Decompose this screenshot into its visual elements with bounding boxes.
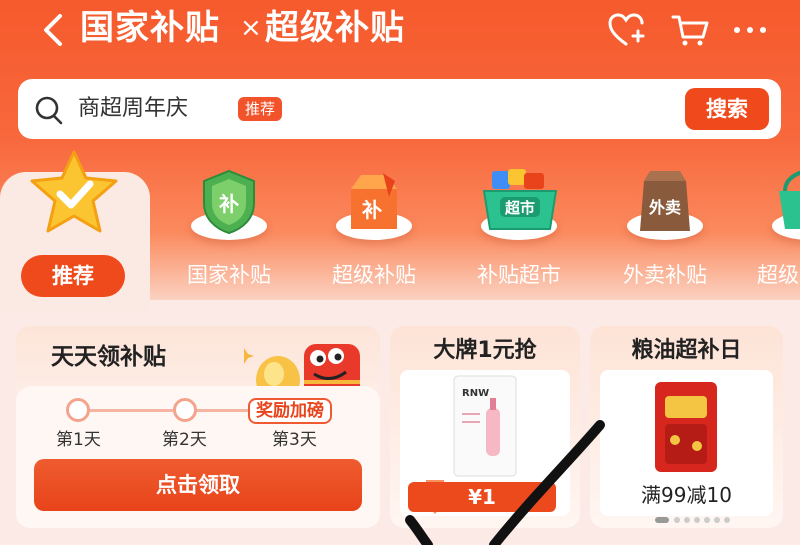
rice-bag-image xyxy=(655,382,717,472)
more-icon[interactable] xyxy=(730,12,770,48)
category-label: 超级补贴 xyxy=(332,263,416,287)
basket-chaoshi-icon: 超市 xyxy=(482,169,558,230)
page-title-main: 国家补贴 xyxy=(80,8,220,48)
carousel-indicator xyxy=(655,517,730,523)
product-image: RNW xyxy=(453,375,517,477)
cart-icon[interactable] xyxy=(670,12,710,48)
progress-node-day1 xyxy=(66,398,90,422)
day-label: 第3天 xyxy=(272,430,317,450)
bag-bu-icon: 补 xyxy=(351,173,397,229)
top-bar: 国家补贴 × 超级补贴 xyxy=(0,0,800,62)
day-label: 第2天 xyxy=(162,430,207,450)
category-national-subsidy[interactable]: 补 国家补贴 xyxy=(164,162,294,302)
category-takeaway-subsidy[interactable]: 外卖 外卖补贴 xyxy=(600,162,730,302)
card-title: 天天领补贴 xyxy=(51,344,166,370)
heart-plus-icon[interactable] xyxy=(606,12,646,48)
svg-text:补: 补 xyxy=(218,192,239,216)
grain-oil-card[interactable]: 粮油超补日 满99减10 xyxy=(590,326,783,528)
search-recommend-tag: 推荐 xyxy=(238,97,283,121)
category-label: 超级 xyxy=(757,263,799,287)
search-button[interactable]: 搜索 xyxy=(685,88,769,130)
price-tag: ¥1 xyxy=(408,482,556,512)
category-label: 补贴超市 xyxy=(477,263,561,287)
deal-text: 满99减10 xyxy=(641,483,732,507)
search-bar[interactable]: 商超周年庆 推荐 搜索 xyxy=(18,79,781,139)
search-input[interactable]: 商超周年庆 xyxy=(78,93,188,125)
card-title: 大牌1元抢 xyxy=(433,338,537,363)
back-arrow-icon[interactable] xyxy=(38,10,68,50)
bag-waimai-icon: 外卖 xyxy=(640,171,690,231)
product-brand: RNW xyxy=(462,388,489,399)
category-label: 外卖补贴 xyxy=(623,263,707,287)
card-title: 粮油超补日 xyxy=(631,338,742,363)
shield-bu-icon: 补 xyxy=(203,169,255,235)
svg-text:外卖: 外卖 xyxy=(648,198,681,217)
daily-subsidy-card[interactable]: 天天领补贴 奖励加磅 第1天 第2天 第3天 点击领取 xyxy=(16,326,380,528)
star-check-icon xyxy=(30,150,118,233)
basket-icon xyxy=(779,170,800,229)
search-icon xyxy=(35,96,63,125)
category-subsidy-supermarket[interactable]: 超市 补贴超市 xyxy=(454,162,584,302)
title-separator: × xyxy=(240,13,262,43)
day-label: 第1天 xyxy=(56,430,101,450)
category-super-subsidy[interactable]: 补 超级补贴 xyxy=(309,162,439,302)
svg-text:补: 补 xyxy=(361,198,382,222)
reward-boost-badge: 奖励加磅 xyxy=(248,398,332,424)
category-recommend-label[interactable]: 推荐 xyxy=(21,255,125,297)
svg-text:超市: 超市 xyxy=(504,199,535,217)
brand-one-yuan-card[interactable]: 大牌1元抢 RNW ¥1 xyxy=(390,326,580,528)
page-title-second: 超级补贴 xyxy=(265,8,405,48)
category-partial[interactable]: 超级 xyxy=(745,162,800,302)
progress-node-day2 xyxy=(173,398,197,422)
claim-button[interactable]: 点击领取 xyxy=(34,459,362,511)
category-label: 国家补贴 xyxy=(187,263,271,287)
